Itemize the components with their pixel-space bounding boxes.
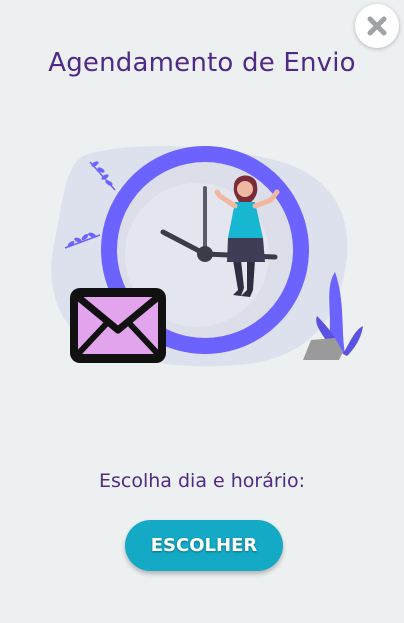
close-button[interactable] [355, 4, 399, 48]
schedule-prompt: Escolha dia e horário: [99, 470, 305, 492]
choose-button[interactable]: ESCOLHER [125, 520, 283, 571]
envelope-icon [70, 288, 166, 363]
scheduling-illustration [51, 145, 363, 367]
close-icon [367, 16, 387, 36]
scheduling-modal: Agendamento de Envio Escolha dia e horár… [0, 0, 404, 623]
modal-title: Agendamento de Envio [48, 48, 356, 78]
